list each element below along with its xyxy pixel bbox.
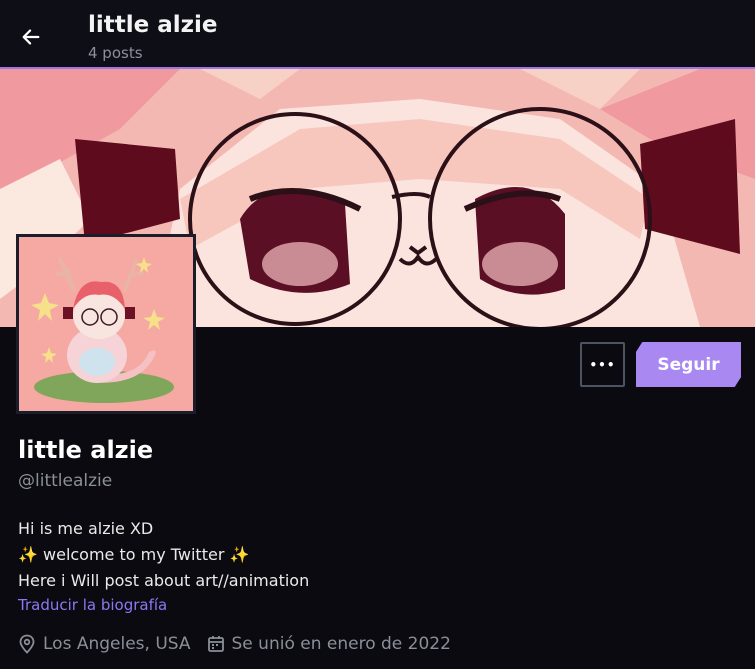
user-handle: @littlealzie (18, 471, 113, 491)
more-icon: ••• (589, 357, 616, 372)
bio-line: Hi is me alzie XD (18, 519, 154, 538)
follow-button[interactable]: Seguir (636, 342, 741, 387)
joined-item: Se unió en enero de 2022 (207, 634, 451, 654)
location-text: Los Angeles, USA (43, 634, 191, 654)
profile-meta: Los Angeles, USA Se unió en enero de 202… (18, 634, 467, 654)
header-title: little alzie (88, 12, 218, 38)
profile-avatar[interactable] (16, 234, 196, 414)
bio-line: Here i Will post about art//animation (18, 571, 310, 590)
location-pin-icon (19, 634, 35, 654)
profile-bio: Hi is me alzie XD ✨ welcome to my Twitte… (18, 516, 309, 594)
joined-text: Se unió en enero de 2022 (231, 634, 451, 654)
back-button[interactable] (14, 20, 48, 54)
more-options-button[interactable]: ••• (580, 342, 625, 387)
back-arrow-icon (22, 29, 40, 45)
display-name: little alzie (18, 436, 154, 464)
calendar-icon (207, 636, 224, 652)
bio-line: ✨ welcome to my Twitter ✨ (18, 545, 250, 564)
location-item: Los Angeles, USA (18, 634, 191, 654)
header-post-count: 4 posts (88, 44, 143, 62)
translate-bio-link[interactable]: Traducir la biografía (18, 596, 167, 614)
top-bar: little alzie 4 posts (0, 0, 755, 69)
avatar-image (19, 237, 193, 411)
